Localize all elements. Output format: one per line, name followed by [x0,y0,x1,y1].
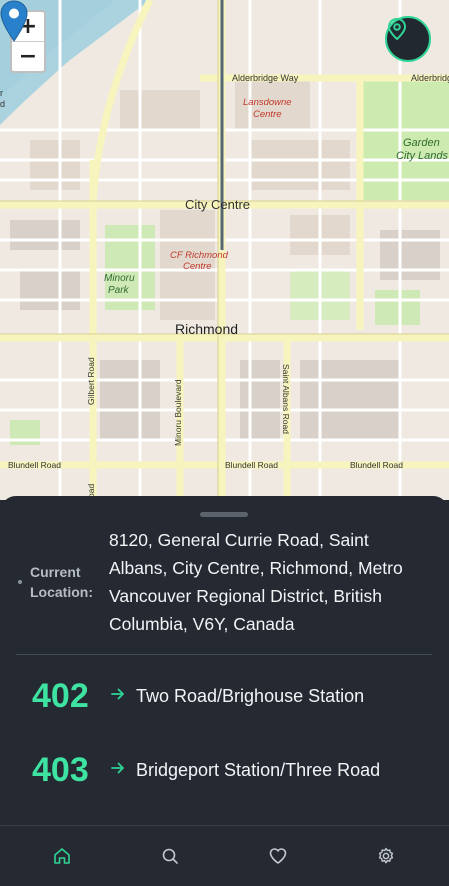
zoom-out-button[interactable]: − [12,42,44,71]
route-number: 403 [32,751,89,789]
map-label-garden-2: City Lands [396,150,448,162]
route-item[interactable]: 403 Bridgeport Station/Three Road [16,734,432,808]
map-label-blundell-left: Blundell Road [8,460,61,470]
route-number: 402 [32,677,89,715]
heart-icon[interactable] [268,846,288,866]
map-tiles[interactable]: Alderbridge Way Alderbridg Lansdowne Cen… [0,0,449,500]
map-label-richmond: Richmond [175,321,238,337]
route-destination: Bridgeport Station/Three Road [136,760,381,780]
gear-icon[interactable] [376,846,396,866]
map-view[interactable]: Alderbridge Way Alderbridg Lansdowne Cen… [0,0,449,500]
map-label-garden-1: Garden [403,137,440,149]
bottom-navigation [0,825,449,886]
map-label-minoru-blvd: Minoru Boulevard [173,379,183,446]
map-label-cf-richmond-1: CF Richmond [170,250,229,261]
divider [16,654,432,655]
location-dot-icon [18,580,22,584]
map-label-edge-d: d [0,99,5,109]
map-label-lansdowne-1: Lansdowne [243,97,292,108]
map-label-alderbridge-right: Alderbridg [411,73,449,83]
map-label-minoru-2: Park [108,285,130,296]
map-label-lansdowne-2: Centre [253,109,282,120]
map-label-blundell-right: Blundell Road [350,460,403,470]
map-label-alderbridge: Alderbridge Way [232,73,299,83]
search-icon[interactable] [160,846,180,866]
location-pin-icon [387,18,407,40]
map-label-city-centre: City Centre [185,197,250,212]
map-label-saint-albans: Saint Albans Road [281,364,291,434]
arrow-right-icon [111,688,124,700]
map-label-cf-richmond-2: Centre [183,261,212,272]
home-icon[interactable] [52,846,72,866]
map-marker-icon[interactable] [0,0,28,42]
map-label-edge-r: r [0,88,3,98]
sheet-drag-handle[interactable] [200,512,248,517]
bottom-sheet: Current Location: 8120, General Currie R… [0,496,449,836]
locate-button[interactable] [385,16,431,62]
current-location-address: 8120, General Currie Road, Saint Albans,… [109,530,403,634]
map-label-blundell-mid: Blundell Road [225,460,278,470]
current-location-label: Current Location: [30,564,93,600]
map-label-minoru-1: Minoru [104,273,135,284]
arrow-right-icon [111,762,124,774]
route-destination: Two Road/Brighouse Station [136,686,365,706]
route-item[interactable]: 402 Two Road/Brighouse Station [16,660,432,734]
map-label-gilbert: Gilbert Road [86,357,96,405]
